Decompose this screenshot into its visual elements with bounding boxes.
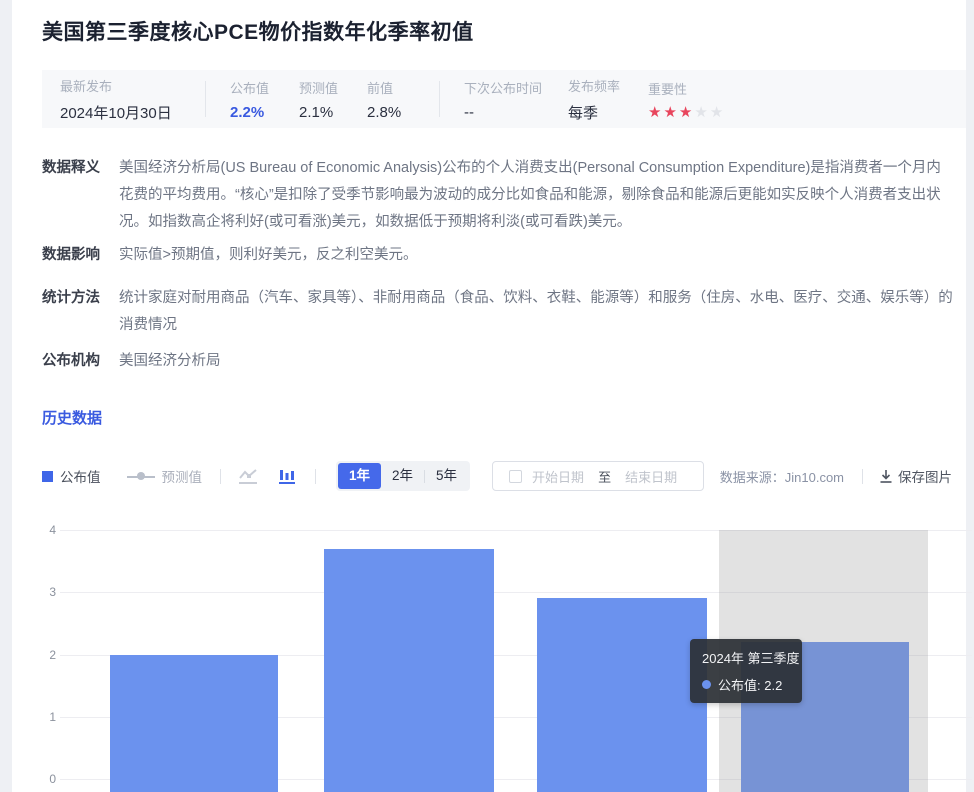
previous-group: 前值 2.8% [367, 78, 439, 121]
impact-label: 数据影响 [42, 242, 106, 269]
divider [315, 469, 316, 484]
y-axis-tick-label: 2 [12, 648, 56, 662]
summary-bar: 最新发布 2024年10月30日 公布值 2.2% 预测值 2.1% 前值 2.… [42, 70, 966, 128]
previous-label: 前值 [367, 78, 439, 97]
next-release-label: 下次公布时间 [464, 78, 568, 97]
start-date-input[interactable]: 开始日期 [532, 467, 584, 486]
frequency-group: 发布频率 每季 [568, 76, 648, 123]
bar-chart-icon[interactable] [277, 468, 297, 485]
agency-label: 公布机构 [42, 348, 106, 375]
range-button-2y[interactable]: 2年 [381, 463, 424, 489]
divider [205, 81, 206, 117]
legend-published[interactable]: 公布值 [42, 466, 101, 486]
importance-group: 重要性 ★★★★★ [648, 79, 725, 120]
previous-value: 2.8% [367, 104, 439, 121]
frequency-value: 每季 [568, 102, 648, 123]
bar-q3[interactable] [537, 598, 707, 792]
y-axis-tick-label: 1 [12, 710, 56, 724]
range-button-1y[interactable]: 1年 [338, 463, 381, 489]
impact-text: 实际值>预期值，则利好美元，反之利空美元。 [119, 242, 954, 269]
date-range-separator: 至 [598, 467, 611, 486]
forecast-group: 预测值 2.1% [299, 78, 367, 121]
next-release-group: 下次公布时间 -- [464, 78, 568, 121]
frequency-label: 发布频率 [568, 76, 648, 95]
end-date-input[interactable]: 结束日期 [625, 467, 677, 486]
method-row: 统计方法 统计家庭对耐用商品（汽车、家具等）、非耐用商品（食品、饮料、衣鞋、能源… [42, 285, 954, 339]
y-axis-tick-label: 3 [12, 585, 56, 599]
published-series-swatch-icon [42, 471, 53, 482]
history-bar-chart: 4 3 2 1 0 2024年 第三季度 公布值: 2.2 [12, 500, 974, 792]
legend-forecast[interactable]: 预测值 [127, 466, 203, 486]
bar-q1[interactable] [110, 655, 278, 792]
legend-published-label: 公布值 [60, 466, 101, 486]
method-text: 统计家庭对耐用商品（汽车、家具等）、非耐用商品（食品、饮料、衣鞋、能源等）和服务… [119, 285, 954, 339]
latest-release-group: 最新发布 2024年10月30日 [60, 76, 205, 123]
divider [220, 469, 221, 484]
legend-forecast-label: 预测值 [162, 466, 203, 486]
definition-row: 数据释义 美国经济分析局(US Bureau of Economic Analy… [42, 155, 954, 236]
tooltip-value: 公布值: 2.2 [718, 675, 782, 694]
agency-text: 美国经济分析局 [119, 348, 954, 375]
calendar-icon [509, 470, 522, 483]
content-card: 美国第三季度核心PCE物价指数年化季率初值 最新发布 2024年10月30日 公… [12, 0, 966, 792]
date-range-picker[interactable]: 开始日期 至 结束日期 [492, 461, 704, 491]
range-button-5y[interactable]: 5年 [425, 463, 468, 489]
published-label: 公布值 [230, 78, 299, 97]
range-button-group: 1年 2年 5年 [336, 461, 470, 491]
chart-tooltip: 2024年 第三季度 公布值: 2.2 [690, 639, 802, 703]
star-icon: ★ [663, 104, 678, 121]
importance-label: 重要性 [648, 79, 725, 98]
definition-text: 美国经济分析局(US Bureau of Economic Analysis)公… [119, 155, 954, 236]
latest-release-label: 最新发布 [60, 76, 205, 95]
star-icon: ★ [679, 104, 694, 121]
history-data-heading: 历史数据 [42, 407, 102, 428]
importance-stars: ★★★★★ [648, 105, 725, 120]
y-axis-tick-label: 0 [12, 772, 56, 786]
star-icon: ★ [710, 104, 725, 121]
page-title: 美国第三季度核心PCE物价指数年化季率初值 [42, 16, 474, 46]
data-source-text: 数据来源：Jin10.com [720, 467, 844, 486]
save-image-button[interactable]: 保存图片 [879, 466, 952, 486]
tooltip-title: 2024年 第三季度 [702, 648, 790, 667]
forecast-label: 预测值 [299, 78, 367, 97]
definition-label: 数据释义 [42, 155, 106, 236]
published-group: 公布值 2.2% [230, 78, 299, 121]
series-dot-icon [702, 680, 711, 689]
forecast-value: 2.1% [299, 104, 367, 121]
next-release-value: -- [464, 104, 568, 121]
line-chart-icon[interactable] [237, 468, 259, 485]
y-axis-tick-label: 4 [12, 523, 56, 537]
bar-q2[interactable] [324, 549, 494, 792]
divider [439, 81, 440, 117]
agency-row: 公布机构 美国经济分析局 [42, 348, 954, 375]
impact-row: 数据影响 实际值>预期值，则利好美元，反之利空美元。 [42, 242, 954, 269]
save-image-label: 保存图片 [898, 466, 952, 486]
star-icon: ★ [648, 104, 663, 121]
chart-controls: 公布值 预测值 1年 2年 5年 [42, 461, 952, 491]
star-icon: ★ [694, 104, 709, 121]
download-icon [879, 469, 893, 484]
divider [862, 469, 863, 484]
forecast-series-line-icon [127, 471, 155, 482]
method-label: 统计方法 [42, 285, 106, 339]
latest-release-value: 2024年10月30日 [60, 102, 205, 123]
published-value: 2.2% [230, 104, 299, 121]
